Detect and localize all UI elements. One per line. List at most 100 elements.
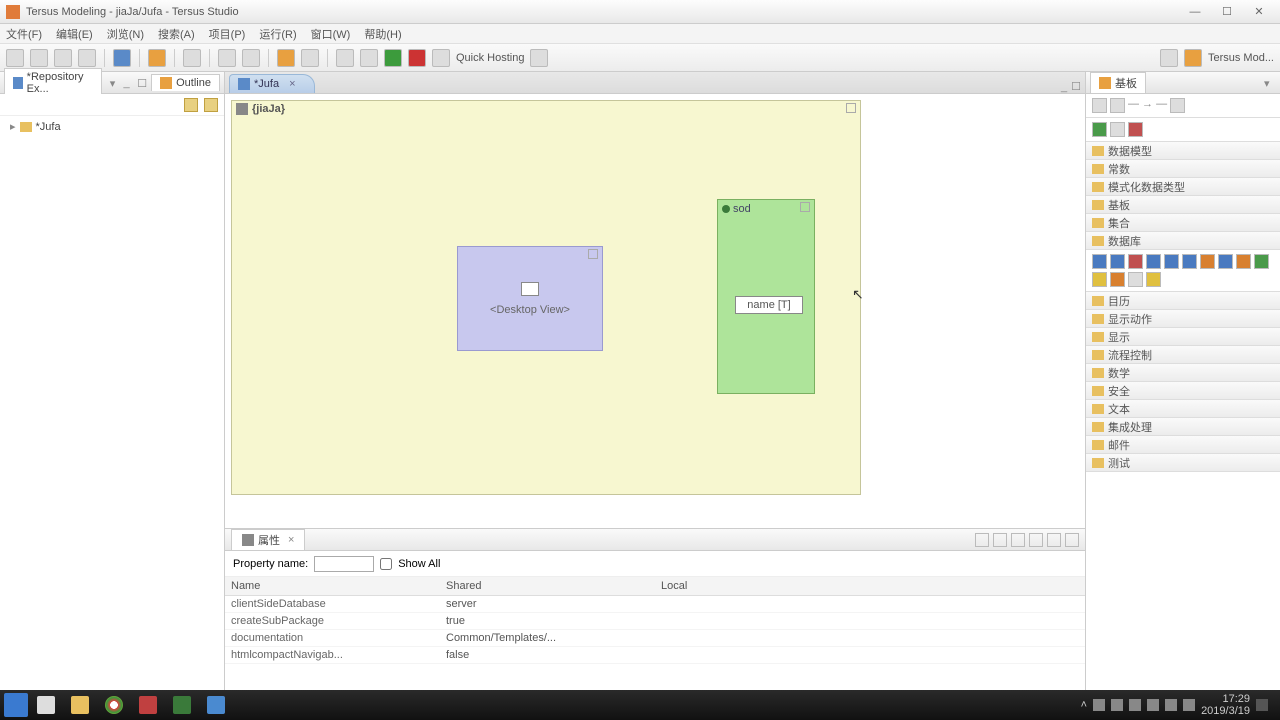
- palette-folder[interactable]: 数据库: [1086, 232, 1280, 250]
- palette-folder[interactable]: 常数: [1086, 160, 1280, 178]
- palette-folder[interactable]: 模式化数据类型: [1086, 178, 1280, 196]
- redo-button[interactable]: [242, 49, 260, 67]
- maximize-button[interactable]: ☐: [1212, 3, 1242, 21]
- shape-m[interactable]: [1128, 272, 1143, 287]
- tray-icon[interactable]: [1165, 699, 1177, 711]
- undo-button[interactable]: [218, 49, 236, 67]
- canvas-root[interactable]: {jiaJa} <Desktop View> sod name [T]: [231, 100, 861, 495]
- filter-input[interactable]: [314, 556, 374, 572]
- perspective-label[interactable]: Tersus Mod...: [1208, 52, 1274, 64]
- repository-tab[interactable]: *Repository Ex...: [4, 68, 102, 97]
- tray-icon[interactable]: [1183, 699, 1195, 711]
- palette-folder[interactable]: 文本: [1086, 400, 1280, 418]
- properties-table[interactable]: Name Shared Local clientSideDatabaseserv…: [225, 577, 1085, 698]
- outline-tab[interactable]: Outline: [151, 74, 220, 91]
- shape-e[interactable]: [1164, 254, 1179, 269]
- close-button[interactable]: ✕: [1244, 3, 1274, 21]
- stop-button[interactable]: [408, 49, 426, 67]
- editor-max-icon[interactable]: ☐: [1071, 80, 1081, 93]
- tool-e[interactable]: [301, 49, 319, 67]
- palette-folder[interactable]: 邮件: [1086, 436, 1280, 454]
- palette-menu-icon[interactable]: ▾: [1264, 77, 1276, 89]
- node-desktop-view[interactable]: <Desktop View>: [457, 246, 603, 351]
- run-button[interactable]: [384, 49, 402, 67]
- app-c-button[interactable]: [200, 692, 232, 718]
- editor-tab-jufa[interactable]: *Jufa ×: [229, 74, 315, 93]
- view-max-icon[interactable]: ☐: [137, 77, 147, 89]
- prop-btn-b[interactable]: [993, 533, 1007, 547]
- print-button[interactable]: [78, 49, 96, 67]
- repository-tree[interactable]: ▸ *Jufa: [0, 116, 224, 698]
- shape-j[interactable]: [1254, 254, 1269, 269]
- table-row[interactable]: htmlcompactNavigab...false: [225, 647, 1085, 664]
- tray-icon[interactable]: [1129, 699, 1141, 711]
- view-min-icon[interactable]: _: [123, 77, 133, 89]
- tray-icon[interactable]: [1093, 699, 1105, 711]
- shape-i[interactable]: [1236, 254, 1251, 269]
- zoom-in-button[interactable]: [336, 49, 354, 67]
- notifications-icon[interactable]: [1256, 699, 1268, 711]
- menu-run[interactable]: 运行(R): [259, 26, 296, 42]
- prop-btn-c[interactable]: [1011, 533, 1025, 547]
- col-local[interactable]: Local: [655, 577, 1085, 596]
- shape-h[interactable]: [1218, 254, 1233, 269]
- tree-node-root[interactable]: ▸ *Jufa: [10, 120, 214, 133]
- expand-icon[interactable]: ▸: [10, 120, 16, 133]
- palette-folder[interactable]: 集合: [1086, 214, 1280, 232]
- tool-b[interactable]: [148, 49, 166, 67]
- palette-folder[interactable]: 目历: [1086, 292, 1280, 310]
- tool-c[interactable]: [183, 49, 201, 67]
- system-tray[interactable]: ˄ 17:29 2019/3/19: [1081, 693, 1276, 717]
- palette-folder[interactable]: 测试: [1086, 454, 1280, 472]
- chrome-button[interactable]: [98, 692, 130, 718]
- new-button[interactable]: [6, 49, 24, 67]
- prop-btn-a[interactable]: [975, 533, 989, 547]
- palette-folder[interactable]: 安全: [1086, 382, 1280, 400]
- zoom-out-button[interactable]: [360, 49, 378, 67]
- link-icon[interactable]: [184, 98, 198, 112]
- node-sod[interactable]: sod name [T]: [717, 199, 815, 394]
- palette-folder[interactable]: 集成处理: [1086, 418, 1280, 436]
- app-a-button[interactable]: [132, 692, 164, 718]
- palette-tab[interactable]: 基板: [1090, 72, 1146, 93]
- node-corner-icon[interactable]: [588, 249, 598, 259]
- tray-icon[interactable]: [1147, 699, 1159, 711]
- node-corner-icon[interactable]: [800, 202, 810, 212]
- shape-b[interactable]: [1110, 254, 1125, 269]
- canvas-corner-icon[interactable]: [846, 103, 856, 113]
- prop-btn-d[interactable]: [1029, 533, 1043, 547]
- properties-tab[interactable]: 属性 ×: [231, 529, 305, 550]
- shape-l[interactable]: [1110, 272, 1125, 287]
- tool-run-icon[interactable]: [1092, 122, 1107, 137]
- collapse-icon[interactable]: [204, 98, 218, 112]
- col-name[interactable]: Name: [225, 577, 440, 596]
- palette-folder[interactable]: 流程控制: [1086, 346, 1280, 364]
- tool-f[interactable]: [432, 49, 450, 67]
- saveall-button[interactable]: [54, 49, 72, 67]
- menu-help[interactable]: 帮助(H): [364, 26, 401, 42]
- tool-stop-icon[interactable]: [1128, 122, 1143, 137]
- menu-file[interactable]: 文件(F): [6, 26, 42, 42]
- shape-a[interactable]: [1092, 254, 1107, 269]
- tray-up-icon[interactable]: ˄: [1081, 699, 1087, 711]
- col-shared[interactable]: Shared: [440, 577, 655, 596]
- start-button[interactable]: [4, 693, 28, 717]
- minimize-button[interactable]: —: [1180, 3, 1210, 21]
- tool-d[interactable]: [277, 49, 295, 67]
- showall-checkbox[interactable]: [380, 558, 392, 570]
- palette-folder[interactable]: 基板: [1086, 196, 1280, 214]
- menu-navigate[interactable]: 浏览(N): [107, 26, 144, 42]
- app-b-button[interactable]: [166, 692, 198, 718]
- palette-folder[interactable]: 显示: [1086, 328, 1280, 346]
- tool-a[interactable]: [113, 49, 131, 67]
- palette-folder[interactable]: 显示动作: [1086, 310, 1280, 328]
- menu-window[interactable]: 窗口(W): [311, 26, 351, 42]
- prop-min-icon[interactable]: [1047, 533, 1061, 547]
- shape-g[interactable]: [1200, 254, 1215, 269]
- tool-step-icon[interactable]: [1110, 122, 1125, 137]
- menu-edit[interactable]: 编辑(E): [56, 26, 93, 42]
- hosting-label[interactable]: Quick Hosting: [456, 52, 524, 64]
- hosting-menu[interactable]: [530, 49, 548, 67]
- table-row[interactable]: createSubPackagetrue: [225, 613, 1085, 630]
- clock[interactable]: 17:29 2019/3/19: [1201, 693, 1250, 717]
